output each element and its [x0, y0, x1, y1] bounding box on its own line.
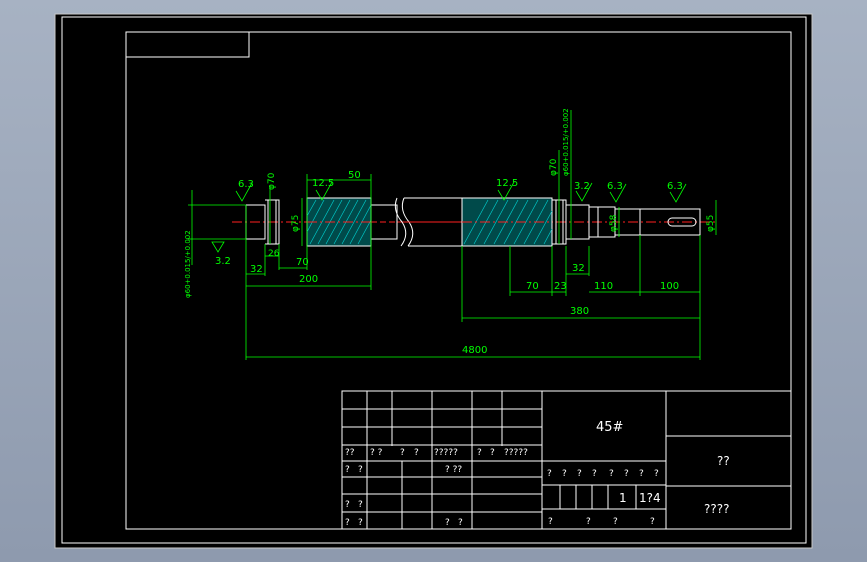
diameter-58: φ58 [609, 214, 619, 232]
svg-text:?: ? [562, 469, 567, 479]
dim-70-right: 70 [526, 281, 539, 292]
material-label: 45# [596, 420, 623, 435]
roughness-label: 3.2 [574, 181, 590, 192]
viewport-background [54, 13, 813, 549]
diameter-60-right: φ60+0.015/+0.002 [562, 108, 570, 176]
roughness-label: 6.3 [238, 179, 254, 190]
part-name: ?? [717, 454, 730, 468]
svg-text:?: ? [400, 448, 405, 458]
svg-text:?: ? [345, 518, 350, 528]
diameter-75: φ75 [291, 215, 301, 232]
svg-text:?: ? [548, 517, 553, 527]
dim-23: 23 [554, 281, 567, 292]
svg-text:? ?: ? ? [370, 448, 383, 458]
svg-text:?: ? [624, 469, 629, 479]
roughness-label: 6.3 [667, 181, 683, 192]
svg-text:?: ? [639, 469, 644, 479]
roughness-label: 12.5 [312, 178, 334, 189]
svg-text:? ??: ? ?? [445, 465, 462, 475]
scale: 1?4 [639, 491, 661, 505]
svg-text:?: ? [358, 518, 363, 528]
dim-4800: 4800 [462, 345, 487, 356]
dim-50: 50 [348, 170, 361, 181]
diameter-70-right: φ70 [549, 158, 559, 176]
svg-text:?: ? [586, 517, 591, 527]
svg-text:?: ? [477, 448, 482, 458]
dim-32-right: 32 [572, 263, 585, 274]
svg-text:?: ? [458, 518, 463, 528]
dim-380: 380 [570, 306, 589, 317]
svg-text:?: ? [592, 469, 597, 479]
dim-100: 100 [660, 281, 679, 292]
svg-text:??: ?? [345, 448, 355, 458]
quantity: 1 [619, 491, 627, 505]
svg-text:?: ? [650, 517, 655, 527]
diameter-55: φ55 [706, 215, 716, 232]
dim-32-left: 32 [250, 264, 263, 275]
dim-110: 110 [594, 281, 613, 292]
svg-text:?: ? [547, 469, 552, 479]
svg-text:?: ? [445, 518, 450, 528]
svg-text:?: ? [414, 448, 419, 458]
svg-text:?: ? [654, 469, 659, 479]
roughness-label: 6.3 [607, 181, 623, 192]
diameter-70-left: φ70 [267, 172, 277, 190]
svg-text:?: ? [609, 469, 614, 479]
dim-70-left: 70 [296, 257, 309, 268]
dim-26: 26 [268, 249, 280, 259]
shaft-body-right [461, 197, 553, 247]
dim-200: 200 [299, 274, 318, 285]
svg-text:?: ? [345, 465, 350, 475]
diameter-60-left: φ60+0.015/+0.002 [184, 230, 192, 298]
svg-text:?: ? [358, 500, 363, 510]
roughness-label: 12.5 [496, 178, 518, 189]
svg-text:?????: ????? [504, 448, 528, 458]
svg-text:?????: ????? [434, 448, 458, 458]
cad-drawing-viewport[interactable]: 6.3 12.5 12.5 3.2 6.3 6.3 3.2 50 26 32 7… [0, 0, 867, 562]
shaft-body-left [306, 197, 398, 247]
svg-text:?: ? [577, 469, 582, 479]
svg-text:?: ? [613, 517, 618, 527]
roughness-label: 3.2 [215, 256, 231, 267]
drawing-number: ???? [704, 502, 729, 516]
svg-text:?: ? [358, 465, 363, 475]
svg-text:?: ? [490, 448, 495, 458]
svg-text:?: ? [345, 500, 350, 510]
